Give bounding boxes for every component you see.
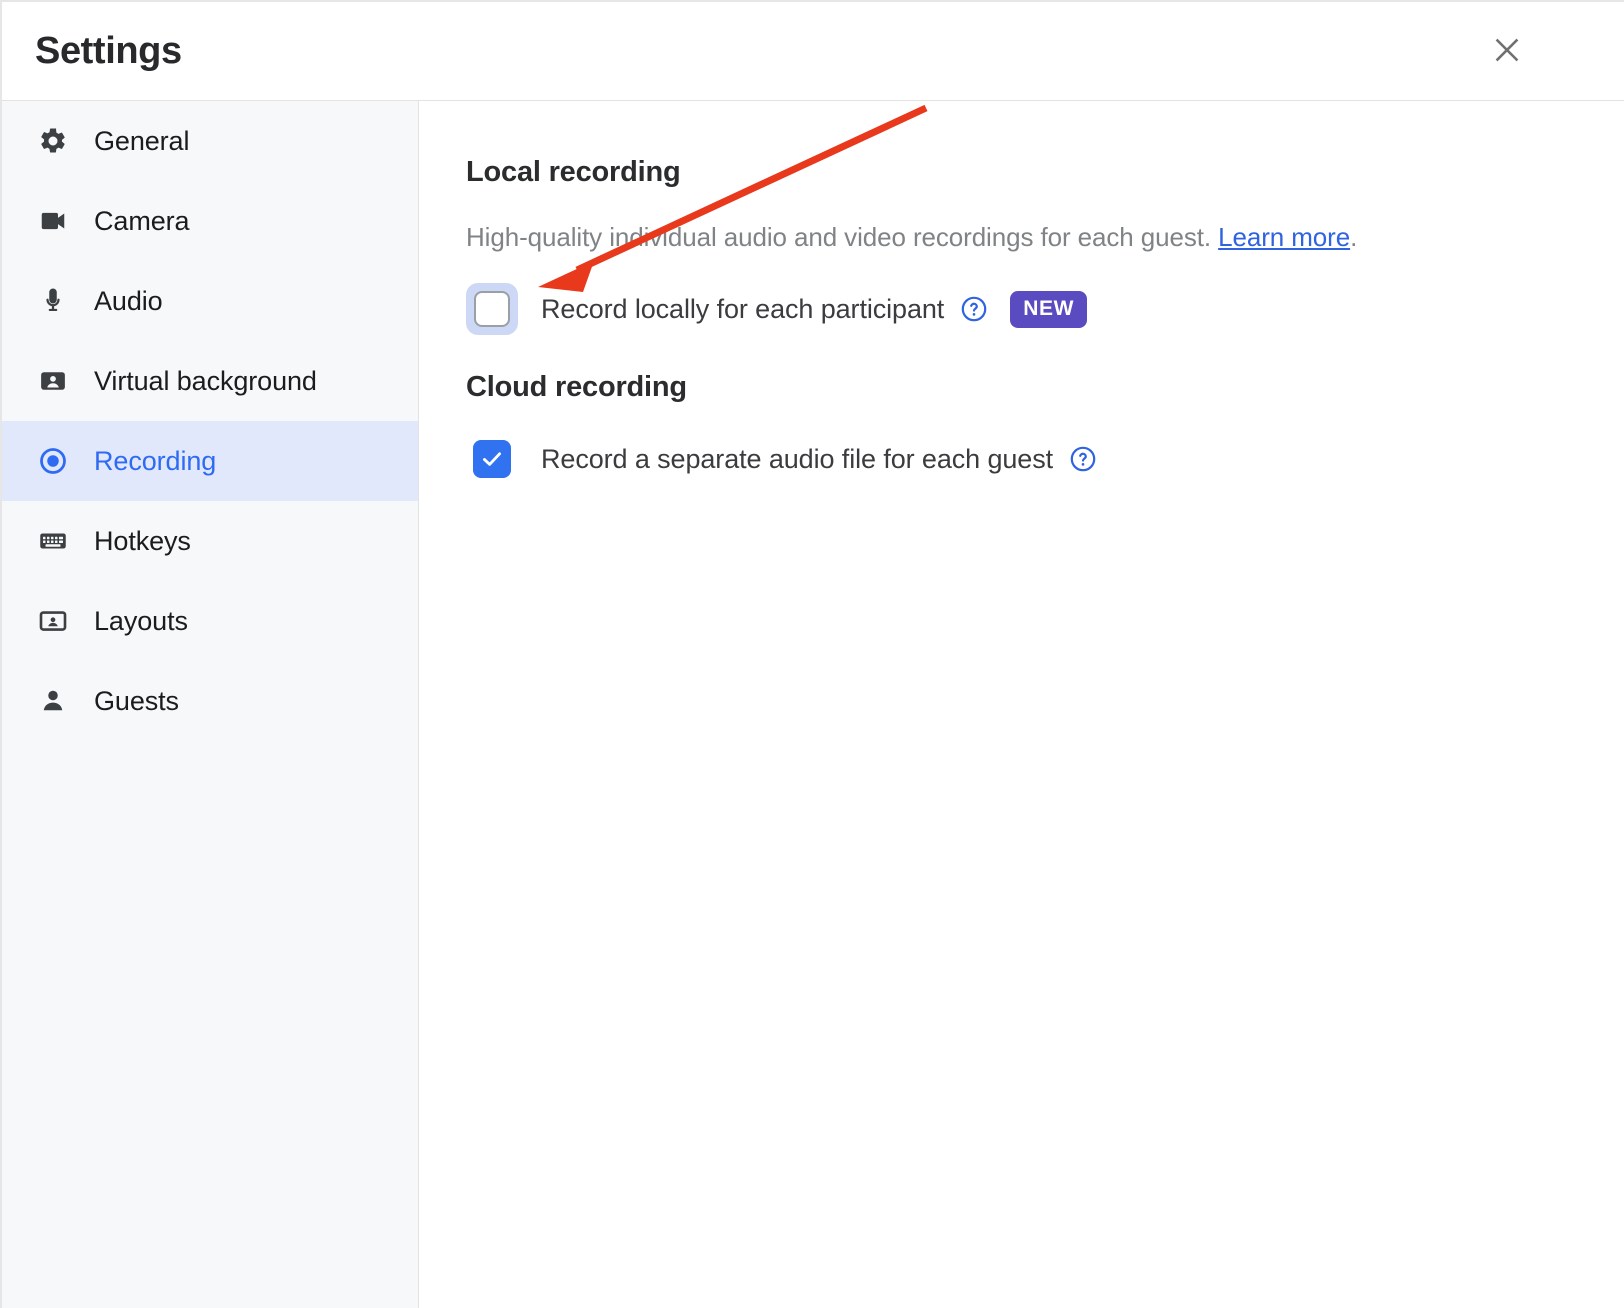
layout-frame-icon xyxy=(38,606,68,636)
local-recording-description-text: High-quality individual audio and video … xyxy=(466,222,1219,252)
record-locally-label: Record locally for each participant xyxy=(541,294,945,324)
local-recording-description: High-quality individual audio and video … xyxy=(466,220,1357,254)
sidebar-item-label: General xyxy=(94,126,190,156)
help-circle-icon[interactable] xyxy=(960,295,988,323)
sidebar-item-camera[interactable]: Camera xyxy=(2,181,418,261)
cloud-recording-option-row: Record a separate audio file for each gu… xyxy=(466,433,1097,485)
local-recording-description-suffix: . xyxy=(1350,222,1358,252)
cloud-recording-heading: Cloud recording xyxy=(466,371,687,403)
sidebar-item-audio[interactable]: Audio xyxy=(2,261,418,341)
settings-dialog: Settings General Camera Audio Virtual ba… xyxy=(0,0,1624,1308)
settings-sidebar: General Camera Audio Virtual background … xyxy=(2,101,419,1308)
sidebar-item-guests[interactable]: Guests xyxy=(2,661,418,741)
close-icon xyxy=(1492,35,1522,65)
record-separate-audio-label: Record a separate audio file for each gu… xyxy=(541,444,1054,474)
new-badge: NEW xyxy=(1010,290,1087,328)
local-recording-heading: Local recording xyxy=(466,156,681,188)
sidebar-item-general[interactable]: General xyxy=(2,101,418,181)
sidebar-nav-list: General Camera Audio Virtual background … xyxy=(2,101,418,741)
microphone-icon xyxy=(38,286,68,316)
sidebar-item-label: Guests xyxy=(94,686,179,716)
sidebar-item-virtual-background[interactable]: Virtual background xyxy=(2,341,418,421)
person-card-icon xyxy=(38,366,68,396)
gear-icon xyxy=(38,126,68,156)
sidebar-item-recording[interactable]: Recording xyxy=(2,421,418,501)
sidebar-item-label: Virtual background xyxy=(94,366,317,396)
record-locally-checkbox[interactable] xyxy=(466,283,518,335)
sidebar-item-label: Layouts xyxy=(94,606,188,636)
video-camera-icon xyxy=(38,206,68,236)
sidebar-item-label: Audio xyxy=(94,286,163,316)
close-button[interactable] xyxy=(1483,26,1531,74)
sidebar-item-label: Hotkeys xyxy=(94,526,191,556)
sidebar-item-hotkeys[interactable]: Hotkeys xyxy=(2,501,418,581)
help-circle-icon[interactable] xyxy=(1069,445,1097,473)
recording-settings-panel: Local recording High-quality individual … xyxy=(420,101,1624,1308)
record-circle-icon xyxy=(38,446,68,476)
person-icon xyxy=(38,686,68,716)
local-recording-option-row: Record locally for each participant NEW xyxy=(466,283,1087,335)
checkmark-icon xyxy=(479,446,505,472)
dialog-header: Settings xyxy=(2,2,1624,101)
sidebar-item-layouts[interactable]: Layouts xyxy=(2,581,418,661)
sidebar-item-label: Camera xyxy=(94,206,190,236)
learn-more-link[interactable]: Learn more xyxy=(1218,222,1350,252)
sidebar-item-label: Recording xyxy=(94,446,217,476)
record-separate-audio-checkbox[interactable] xyxy=(473,440,511,478)
page-title: Settings xyxy=(35,30,182,72)
keyboard-icon xyxy=(38,526,68,556)
